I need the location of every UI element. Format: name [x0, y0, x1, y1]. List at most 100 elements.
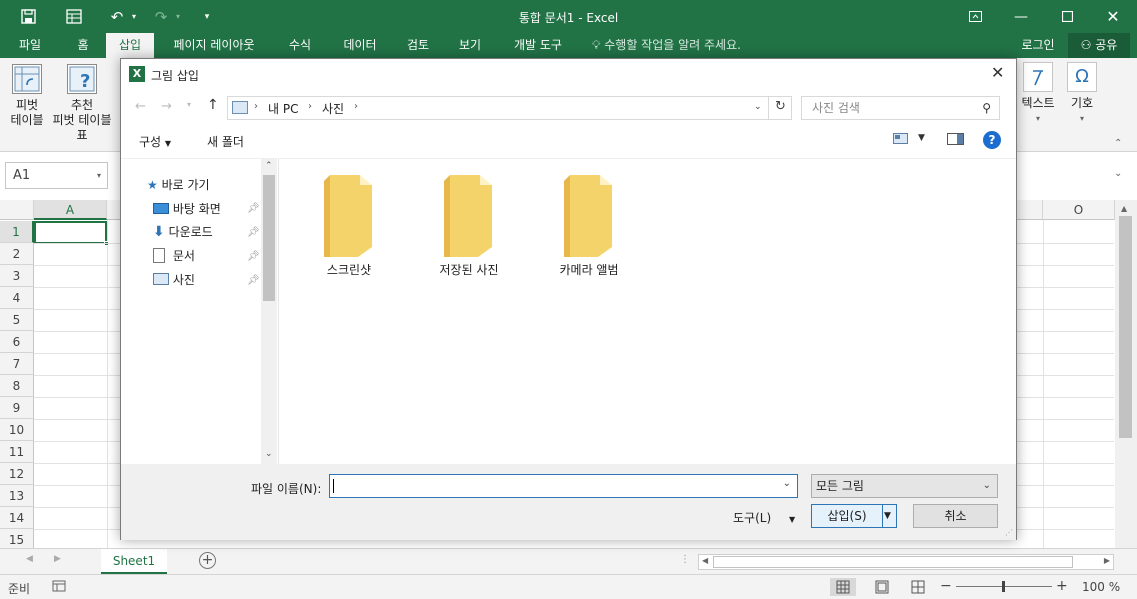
nav-documents[interactable]: 문서 [153, 246, 195, 266]
scroll-right-icon[interactable]: ▶ [1104, 556, 1110, 565]
vertical-scroll-thumb[interactable] [1119, 216, 1132, 438]
tab-page-layout[interactable]: 페이지 레이아웃 [160, 33, 268, 58]
folder-saved-pictures[interactable]: 저장된 사진 [421, 175, 517, 278]
normal-view-icon[interactable] [830, 578, 856, 596]
row-header[interactable]: 2 [0, 243, 34, 265]
insert-button[interactable]: 삽입(S) ▼ [811, 504, 897, 528]
tell-me-box[interactable]: 💡︎ 수행할 작업을 알려 주세요. [592, 33, 741, 58]
search-box[interactable]: 사진 검색 ⚲ [801, 96, 1000, 120]
nav-scrollbar[interactable]: ⌃ ⌄ [261, 159, 277, 465]
row-header[interactable]: 5 [0, 309, 34, 331]
tab-formulas[interactable]: 수식 [276, 33, 324, 58]
address-dropdown-icon[interactable]: ⌄ [754, 102, 762, 112]
recent-locations-icon[interactable]: ▾ [187, 100, 191, 109]
pin-icon[interactable]: 📌︎ [247, 275, 260, 286]
name-box-dropdown-icon[interactable]: ▾ [97, 163, 101, 188]
organize-button[interactable]: 구성 ▼ [139, 133, 171, 150]
sheet-tab[interactable]: Sheet1 [101, 549, 167, 574]
tab-home[interactable]: 홈 [64, 33, 102, 58]
tab-review[interactable]: 검토 [396, 33, 440, 58]
horizontal-scroll-thumb[interactable] [713, 556, 1073, 568]
ribbon-display-icon[interactable] [952, 0, 998, 33]
scroll-left-icon[interactable]: ◀ [702, 556, 708, 565]
vertical-scrollbar[interactable]: ▲ [1115, 200, 1137, 548]
active-cell-a1[interactable] [34, 221, 107, 244]
file-type-select[interactable]: 모든 그림 ⌄ [811, 474, 998, 498]
text-button[interactable]: 텍스트 ▾ [1016, 62, 1060, 126]
page-layout-view-icon[interactable] [872, 578, 892, 596]
filename-dropdown-icon[interactable]: ⌄ [783, 478, 791, 489]
row-header[interactable]: 12 [0, 463, 34, 485]
preview-pane-icon[interactable] [947, 133, 965, 149]
col-header-a[interactable]: A [34, 200, 107, 220]
new-folder-button[interactable]: 새 폴더 [207, 133, 244, 150]
page-break-view-icon[interactable] [908, 578, 928, 596]
nav-downloads[interactable]: ⬇ 다운로드 [153, 222, 213, 242]
nav-scroll-down-icon[interactable]: ⌄ [265, 449, 273, 459]
col-header-n[interactable] [1017, 200, 1043, 220]
row-header[interactable]: 9 [0, 397, 34, 419]
resize-grip-icon[interactable]: ⋰ [1005, 528, 1013, 537]
tab-data[interactable]: 데이터 [332, 33, 388, 58]
cancel-button[interactable]: 취소 [913, 504, 998, 528]
breadcrumb-pictures[interactable]: 사진 [322, 100, 344, 117]
row-header[interactable]: 13 [0, 485, 34, 507]
back-arrow-icon[interactable]: ← [135, 99, 146, 114]
address-bar[interactable]: › 내 PC › 사진 › ⌄ ↻ [227, 96, 792, 120]
recommended-pivot-button[interactable]: ? 추천 피벗 테이블 표 [48, 64, 116, 143]
maximize-button[interactable] [1044, 0, 1090, 33]
zoom-in-button[interactable]: + [1056, 578, 1068, 594]
insert-dropdown-icon[interactable]: ▼ [884, 505, 891, 527]
pivot-table-button[interactable]: 피벗 테이블 [6, 64, 48, 128]
tab-insert[interactable]: 삽입 [106, 33, 154, 58]
zoom-level[interactable]: 100 % [1082, 580, 1120, 594]
zoom-out-button[interactable]: − [940, 578, 952, 594]
col-header-o[interactable]: O [1043, 200, 1115, 220]
login-link[interactable]: 로그인 [1012, 33, 1064, 58]
nav-scroll-thumb[interactable] [263, 175, 275, 301]
nav-scroll-up-icon[interactable]: ⌃ [265, 161, 273, 171]
splitter-icon[interactable]: ⋮ [680, 554, 690, 565]
row-header[interactable]: 4 [0, 287, 34, 309]
pin-icon[interactable]: 📌︎ [247, 227, 260, 238]
row-header[interactable]: 10 [0, 419, 34, 441]
zoom-slider-thumb[interactable] [1002, 581, 1005, 592]
folder-camera-roll[interactable]: 카메라 앨범 [541, 175, 637, 278]
view-dropdown-icon[interactable]: ▼ [918, 133, 925, 143]
nav-desktop[interactable]: 바탕 화면 [153, 199, 221, 219]
macro-record-icon[interactable] [52, 579, 66, 596]
pin-icon[interactable]: 📌︎ [247, 251, 260, 262]
up-arrow-icon[interactable]: ↑ [207, 97, 219, 113]
nav-quick-access[interactable]: ★ 바로 가기 [147, 175, 210, 195]
share-button[interactable]: ⚇ 공유 [1068, 33, 1130, 58]
prev-sheet-icon[interactable]: ◀ [26, 554, 33, 564]
help-icon[interactable]: ? [983, 131, 1001, 149]
collapse-ribbon-icon[interactable]: ⌃ [1114, 138, 1122, 149]
add-sheet-icon[interactable]: + [199, 552, 216, 569]
change-view-icon[interactable] [893, 133, 909, 148]
horizontal-scrollbar[interactable]: ◀ ▶ [698, 554, 1114, 570]
folder-screenshots[interactable]: 스크린샷 [301, 175, 397, 278]
pin-icon[interactable]: 📌︎ [247, 203, 260, 214]
next-sheet-icon[interactable]: ▶ [54, 554, 61, 564]
tab-file[interactable]: 파일 [6, 33, 54, 58]
symbol-button[interactable]: Ω 기호 ▾ [1062, 62, 1102, 126]
row-header[interactable]: 15 [0, 529, 34, 548]
name-box[interactable]: A1 ▾ [5, 162, 108, 189]
tools-button[interactable]: 도구(L) ▼ [733, 509, 795, 526]
row-header[interactable]: 3 [0, 265, 34, 287]
nav-pictures[interactable]: 사진 [153, 270, 195, 290]
forward-arrow-icon[interactable]: → [161, 99, 172, 114]
filename-input[interactable]: ⌄ [329, 474, 798, 498]
row-header[interactable]: 1 [0, 221, 34, 243]
dialog-close-button[interactable]: ✕ [991, 63, 1004, 82]
row-header[interactable]: 6 [0, 331, 34, 353]
minimize-button[interactable]: — [998, 0, 1044, 33]
row-header[interactable]: 8 [0, 375, 34, 397]
tab-view[interactable]: 보기 [448, 33, 492, 58]
close-window-button[interactable]: ✕ [1090, 0, 1136, 33]
scroll-up-icon[interactable]: ▲ [1121, 204, 1127, 213]
row-header[interactable]: 14 [0, 507, 34, 529]
expand-formula-icon[interactable]: ⌄ [1114, 168, 1122, 179]
row-header[interactable]: 7 [0, 353, 34, 375]
